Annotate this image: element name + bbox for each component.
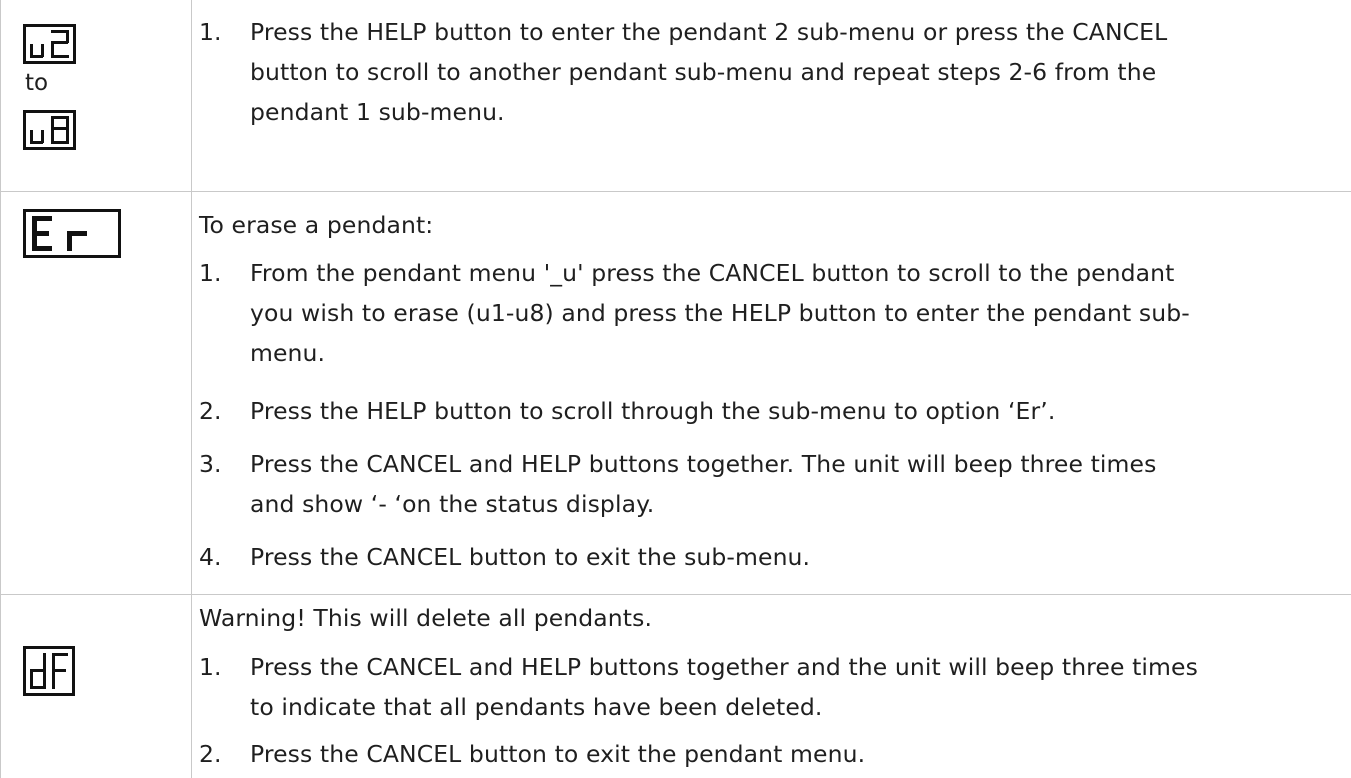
text-cell: Warning! This will delete all pendants. … (199, 595, 1351, 778)
item-text: Press the CANCEL and HELP buttons togeth… (250, 653, 1198, 681)
item-text: and show ‘- ‘on the status display. (250, 490, 655, 518)
item-text: pendant 1 sub-menu. (250, 98, 505, 126)
instruction-table: to 1. Press the HELP button to enter the… (0, 0, 1351, 778)
item-text: Press the CANCEL and HELP buttons togeth… (250, 450, 1157, 478)
lcd-df-icon (23, 646, 75, 696)
warning-text: Warning! This will delete all pendants. (199, 604, 653, 632)
lcd-er-icon (23, 209, 121, 258)
item-text: button to scroll to another pendant sub-… (250, 58, 1157, 86)
item-number: 2. (199, 397, 222, 425)
section-intro: To erase a pendant: (199, 211, 434, 239)
icon-cell (1, 192, 192, 594)
item-text: Press the CANCEL button to exit the sub-… (250, 543, 811, 571)
item-number: 1. (199, 653, 222, 681)
table-row: to 1. Press the HELP button to enter the… (1, 0, 1351, 192)
item-text: Press the HELP button to scroll through … (250, 397, 1056, 425)
item-number: 1. (199, 259, 222, 287)
item-text: menu. (250, 339, 326, 367)
lcd-u8-icon (23, 110, 76, 150)
to-label: to (25, 70, 49, 96)
item-text: to indicate that all pendants have been … (250, 693, 823, 721)
text-cell: To erase a pendant: 1. From the pendant … (199, 192, 1351, 594)
icon-cell (1, 595, 192, 778)
item-number: 4. (199, 543, 222, 571)
icon-cell: to (1, 0, 192, 191)
text-cell: 1. Press the HELP button to enter the pe… (199, 0, 1351, 191)
item-number: 1. (199, 18, 222, 46)
item-number: 3. (199, 450, 222, 478)
item-text: Press the HELP button to enter the penda… (250, 18, 1168, 46)
table-row: To erase a pendant: 1. From the pendant … (1, 192, 1351, 595)
item-text: you wish to erase (u1-u8) and press the … (250, 299, 1190, 327)
lcd-u2-icon (23, 24, 76, 64)
item-text: From the pendant menu '_u' press the CAN… (250, 259, 1175, 287)
item-text: Press the CANCEL button to exit the pend… (250, 740, 866, 768)
item-number: 2. (199, 740, 222, 768)
table-row: Warning! This will delete all pendants. … (1, 595, 1351, 778)
